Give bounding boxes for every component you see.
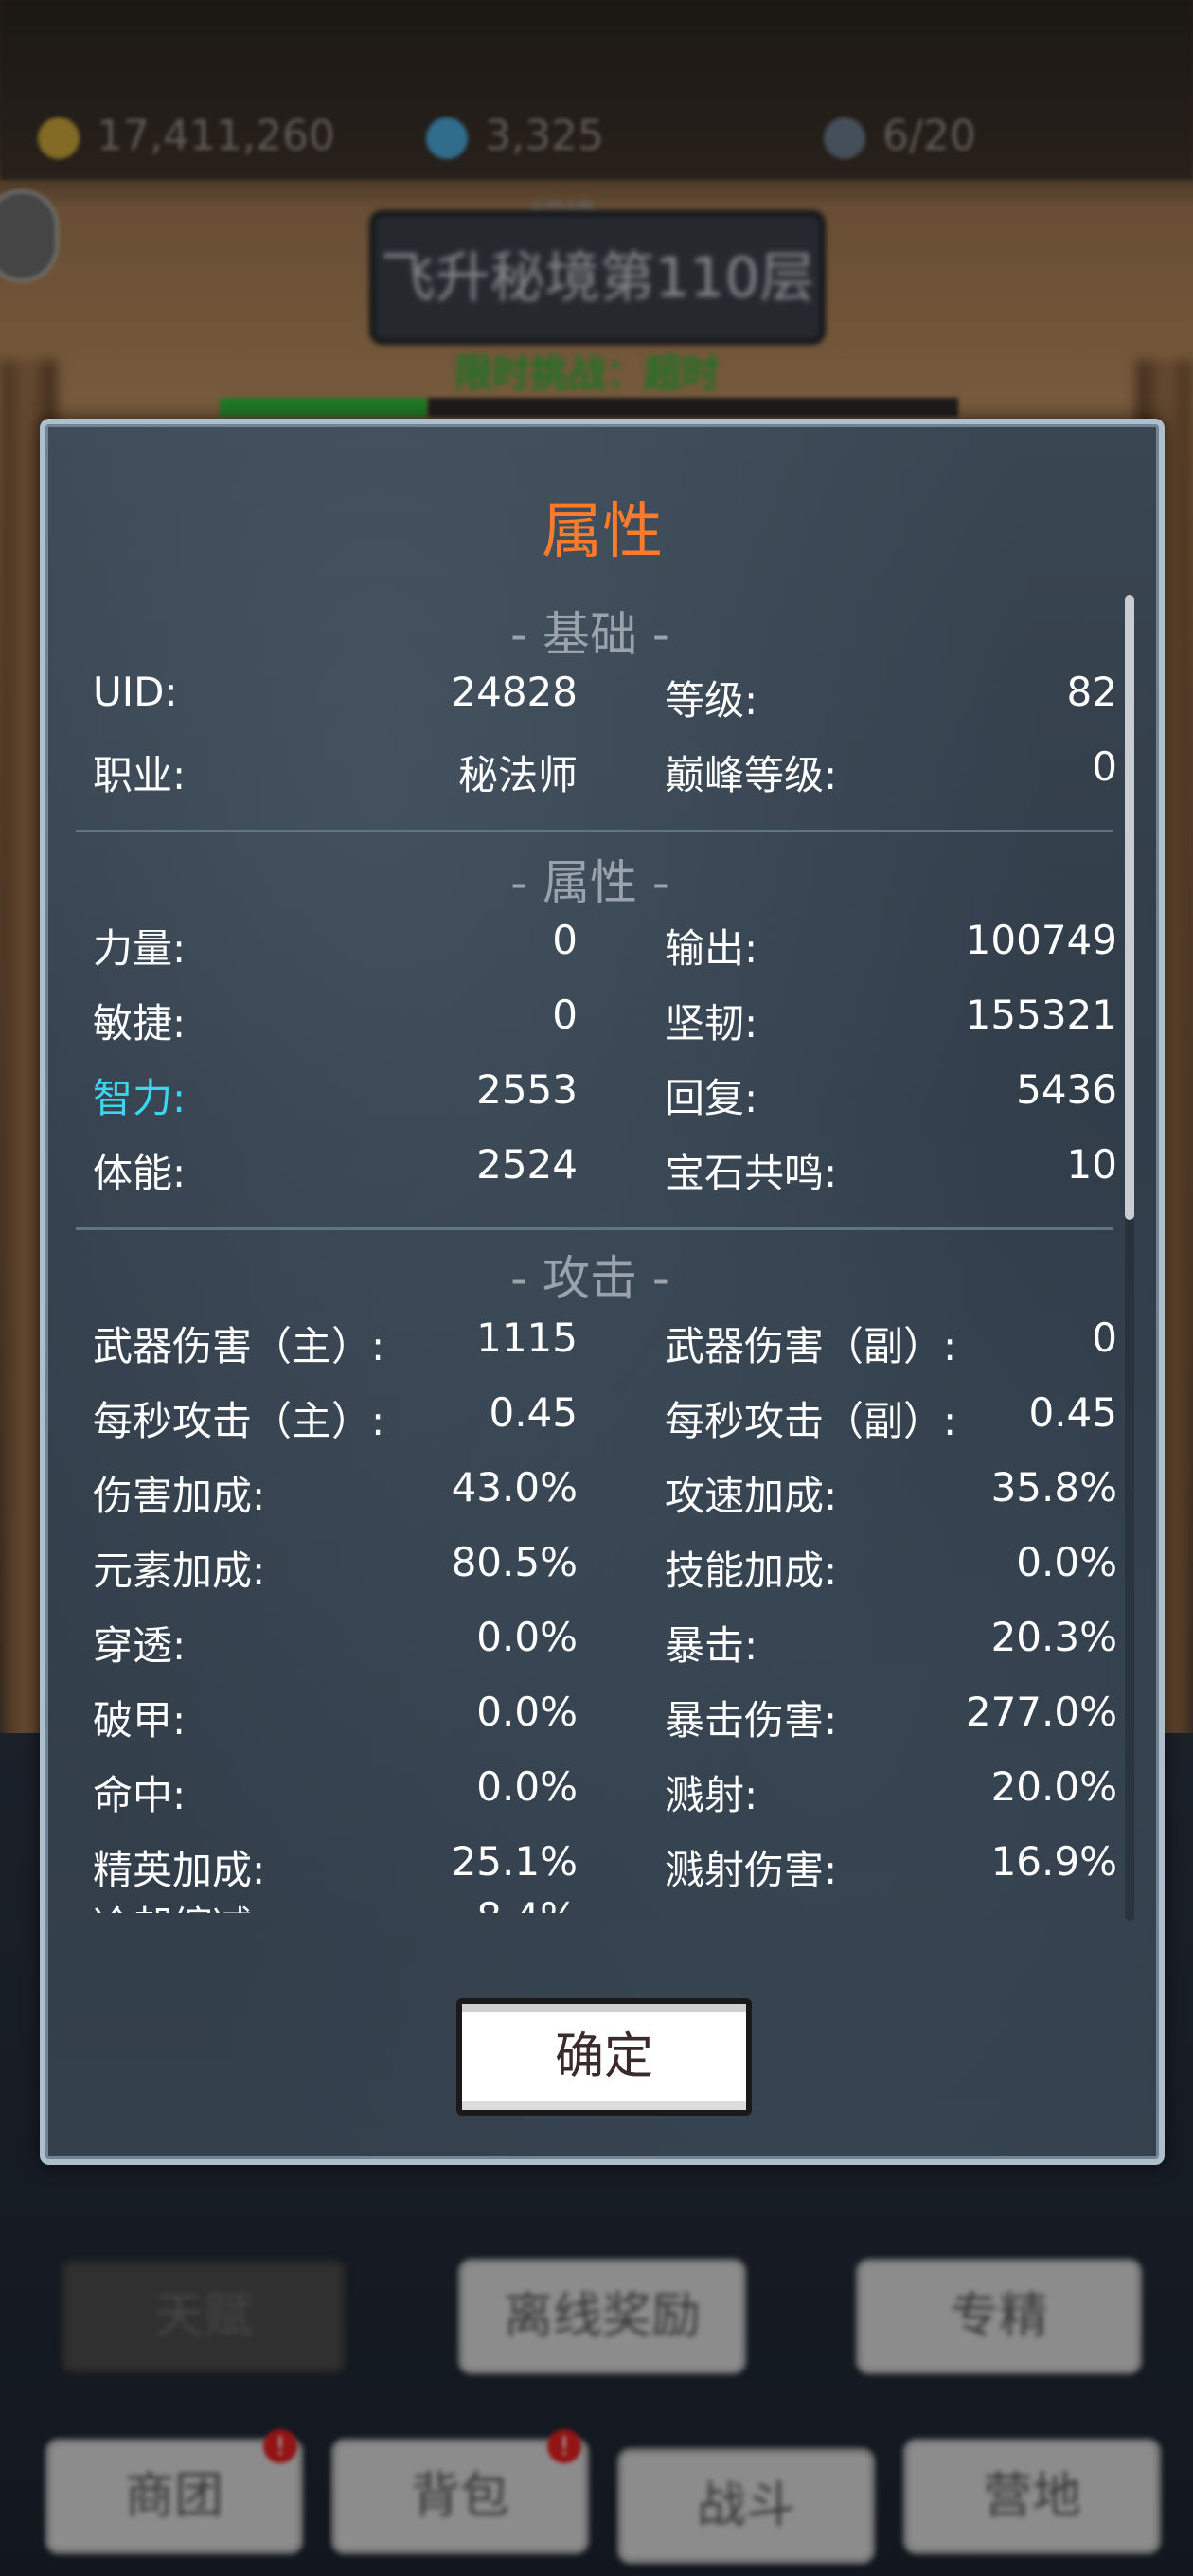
confirm-button[interactable]: 确定 <box>456 1998 752 2116</box>
stat-value: 2524 <box>476 1141 578 1188</box>
stat-row: 每秒攻击（主）: 0.45 每秒攻击（副）: 0.45 <box>45 1389 1134 1446</box>
stat-value: 5436 <box>1016 1066 1117 1113</box>
stat-value: 82 <box>1066 669 1117 715</box>
stat-value: 10 <box>1066 1141 1117 1188</box>
stat-label: 输出: <box>665 925 758 972</box>
stat-value: 0.0% <box>476 1763 578 1810</box>
stat-value: 0.45 <box>489 1389 578 1436</box>
stat-value: 16.9% <box>990 1838 1117 1885</box>
stat-row: 精英加成: 25.1% 溅射伤害: 16.9% <box>45 1838 1134 1895</box>
stat-row: 力量: 0 输出: 100749 <box>45 917 1134 974</box>
stat-value: 0 <box>1092 743 1117 790</box>
stat-label: UID: <box>93 669 178 715</box>
stat-label: 命中: <box>93 1772 187 1818</box>
stat-value: 20.3% <box>990 1614 1117 1660</box>
scrollbar-thumb[interactable] <box>1125 595 1134 1220</box>
stat-label: 技能加成: <box>665 1547 838 1594</box>
stat-label: 宝石共鸣: <box>665 1150 838 1196</box>
stat-value: 43.0% <box>451 1464 578 1511</box>
section-divider <box>76 1227 1113 1230</box>
stat-label: 职业: <box>93 752 187 798</box>
stat-value: 35.8% <box>990 1464 1117 1511</box>
stat-value: 20.0% <box>990 1763 1117 1810</box>
stat-label: 回复: <box>665 1075 758 1121</box>
stat-label: 坚韧: <box>665 1000 758 1046</box>
stat-value: 24828 <box>451 669 578 715</box>
stat-row: 体能: 2524 宝石共鸣: 10 <box>45 1141 1134 1198</box>
stat-label: 武器伤害（副）: <box>665 1323 957 1369</box>
stat-row: 元素加成: 80.5% 技能加成: 0.0% <box>45 1539 1134 1596</box>
stat-row: 破甲: 0.0% 暴击伤害: 277.0% <box>45 1689 1134 1745</box>
attribute-list[interactable]: - 基础 - UID: 24828 等级: 82 职业: 秘法师 巅峰等级: 0… <box>45 578 1134 1913</box>
stat-value: 0 <box>552 917 578 963</box>
stat-label: 破甲: <box>93 1697 187 1744</box>
section-attack-header: - 攻击 - <box>510 1251 669 1306</box>
stat-label: 溅射: <box>665 1772 758 1818</box>
stat-row: 智力: 2553 回复: 5436 <box>45 1066 1134 1123</box>
stat-label: 武器伤害（主）: <box>93 1323 385 1369</box>
stat-value: 80.5% <box>451 1539 578 1585</box>
stat-label: 攻速加成: <box>665 1473 838 1519</box>
stat-row: 命中: 0.0% 溅射: 20.0% <box>45 1763 1134 1820</box>
stat-value: 8.4% <box>476 1894 578 1913</box>
stat-row: 敏捷: 0 坚韧: 155321 <box>45 992 1134 1048</box>
stat-label: 力量: <box>93 925 187 972</box>
stat-row: 武器伤害（主）: 1115 武器伤害（副）: 0 <box>45 1315 1134 1371</box>
stat-value: 277.0% <box>965 1689 1117 1735</box>
stat-row: 职业: 秘法师 巅峰等级: 0 <box>45 743 1134 800</box>
stat-label: 敏捷: <box>93 1000 187 1046</box>
stat-label: 暴击: <box>665 1622 758 1669</box>
dialog-title: 属性 <box>542 497 663 567</box>
stat-label: 体能: <box>93 1150 187 1196</box>
stat-label: 元素加成: <box>93 1547 266 1594</box>
stat-label: 溅射伤害: <box>665 1847 838 1893</box>
stat-value: 155321 <box>965 992 1117 1038</box>
attribute-dialog: 属性 - 基础 - - 基础 - UID: 24828 等级: 82 职业: 秘… <box>40 419 1165 2165</box>
section-basic-header: - 基础 - <box>510 607 669 662</box>
stat-label: 每秒攻击（副）: <box>665 1398 957 1444</box>
stat-label: 等级: <box>665 677 758 724</box>
section-divider <box>76 830 1113 832</box>
scrollbar[interactable] <box>1125 595 1134 1921</box>
stat-value: 秘法师 <box>457 752 578 798</box>
stat-value: 0 <box>552 992 578 1038</box>
stat-row: 伤害加成: 43.0% 攻速加成: 35.8% <box>45 1464 1134 1521</box>
stat-value: 0.0% <box>476 1614 578 1660</box>
stat-label-highlight: 智力: <box>93 1075 187 1121</box>
stat-value: 2553 <box>476 1066 578 1113</box>
section-attributes-header: - 属性 - <box>510 855 669 910</box>
stat-value: 1115 <box>476 1315 578 1361</box>
stat-value: 25.1% <box>451 1838 578 1885</box>
stat-label: 冷却缩减: <box>93 1894 265 1913</box>
stat-value: 0.0% <box>1016 1539 1117 1585</box>
stat-row: 穿透: 0.0% 暴击: 20.3% <box>45 1614 1134 1671</box>
stat-label: 伤害加成: <box>93 1473 266 1519</box>
stat-label: 暴击伤害: <box>665 1697 838 1744</box>
stat-label: 穿透: <box>93 1622 187 1669</box>
stat-row: 冷却缩减: 8.4% <box>45 1894 1134 1913</box>
stat-value: 100749 <box>965 917 1117 963</box>
stat-label: 巅峰等级: <box>665 752 838 798</box>
stat-row: UID: 24828 等级: 82 <box>45 669 1134 725</box>
stat-value: 0 <box>1092 1315 1117 1361</box>
stat-label: 每秒攻击（主）: <box>93 1398 385 1444</box>
stat-label: 精英加成: <box>93 1847 266 1893</box>
stat-value: 0.0% <box>476 1689 578 1735</box>
stat-value: 0.45 <box>1028 1389 1117 1436</box>
